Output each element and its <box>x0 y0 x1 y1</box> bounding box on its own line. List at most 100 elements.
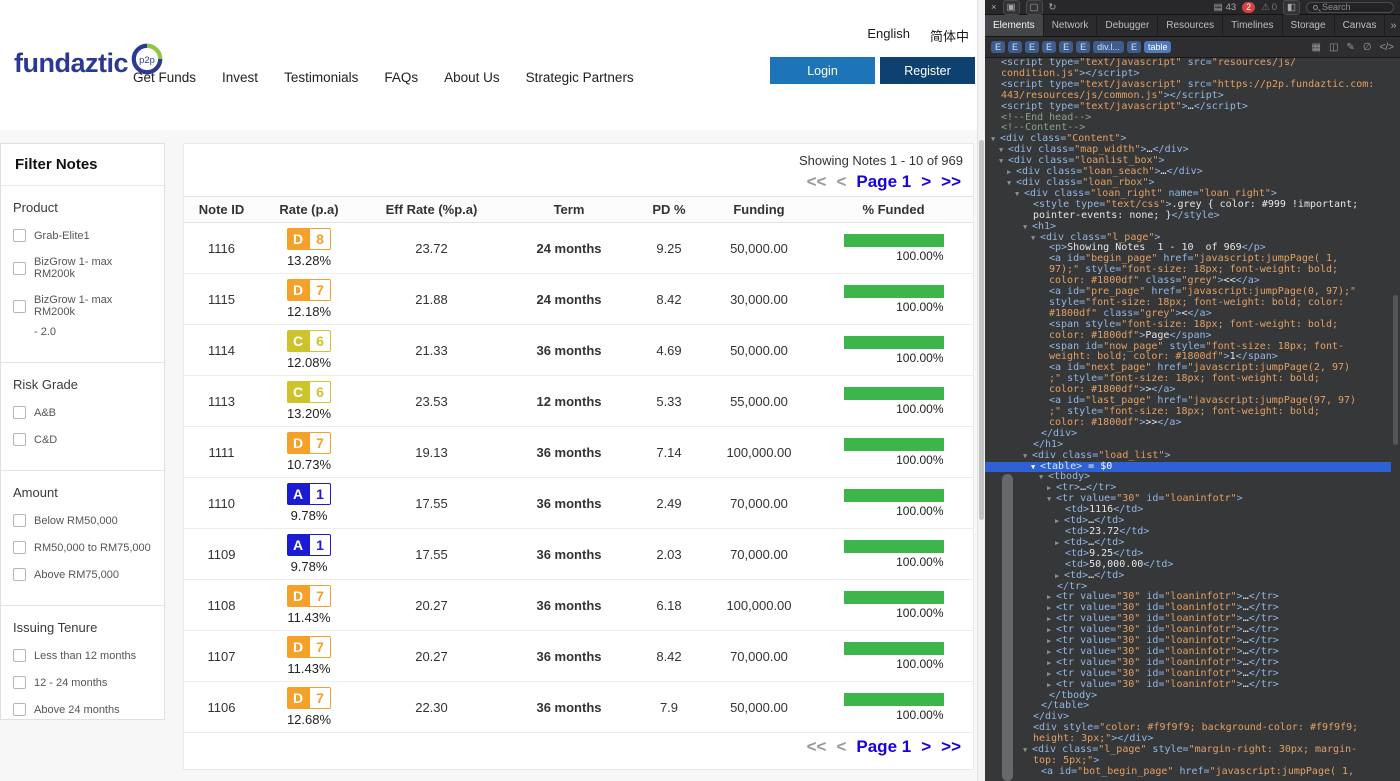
checkbox[interactable] <box>13 568 26 581</box>
pagination-last[interactable]: >> <box>941 737 961 757</box>
checkbox[interactable] <box>13 433 26 446</box>
disclosure-closed-icon[interactable]: ▶ <box>1047 614 1056 625</box>
scrollbar-thumb[interactable] <box>979 140 984 520</box>
disclosure-closed-icon[interactable]: ▶ <box>1047 636 1056 647</box>
disclosure-closed-icon[interactable]: ▶ <box>1055 538 1064 549</box>
note-row[interactable]: 1110 A 1 9.78% 17.55 36 months 2.49 70,000.00 10… <box>184 478 973 529</box>
disclosure-closed-icon[interactable]: ▶ <box>1047 592 1056 603</box>
filter-option[interactable]: RM50,000 to RM75,000 <box>13 541 152 554</box>
disclosure-open-icon[interactable]: ▼ <box>1047 494 1056 505</box>
pagination-prev[interactable]: < <box>836 172 846 192</box>
disclosure-closed-icon[interactable]: ▶ <box>1047 658 1056 669</box>
code-line[interactable]: ▼ <tbody> <box>985 471 1391 483</box>
inspector-scrollbar[interactable] <box>1393 295 1398 445</box>
code-line[interactable]: ;" style="font-size: 18px; font-weight: … <box>985 373 1391 385</box>
extra-panel-icon[interactable]: ◧ <box>1283 0 1300 15</box>
checkbox[interactable] <box>13 541 26 554</box>
note-row[interactable]: 1107 D 7 11.43% 20.27 36 months 8.42 70,000.00 1… <box>184 631 973 682</box>
breadcrumb-item[interactable]: E <box>991 41 1006 53</box>
note-row[interactable]: 1115 D 7 12.18% 21.88 24 months 8.42 30,000.00 1… <box>184 274 973 325</box>
code-line[interactable]: <td>50,000.00</td> <box>985 559 1391 571</box>
device-icon[interactable]: ▢ <box>1025 0 1043 15</box>
breadcrumb-item[interactable]: table <box>1143 41 1172 53</box>
disclosure-closed-icon[interactable]: ▶ <box>1007 167 1016 178</box>
checkbox[interactable] <box>13 229 26 242</box>
pagination-first[interactable]: << <box>807 737 827 757</box>
code-line[interactable]: ▶ <td>…</td> <box>985 515 1391 527</box>
inspector-search[interactable]: Search <box>1306 1 1394 13</box>
warning-count-badge[interactable]: ⚠ 0 <box>1261 2 1277 13</box>
pagination-next[interactable]: > <box>921 172 931 192</box>
disclosure-open-icon[interactable]: ▼ <box>1023 451 1032 462</box>
checkbox[interactable] <box>13 261 26 275</box>
tab-resources[interactable]: Resources <box>1158 15 1224 36</box>
note-row[interactable]: 1113 C 6 13.20% 23.53 12 months 5.33 55,000.00 1… <box>184 376 973 427</box>
code-line[interactable]: ▶ <td>…</td> <box>985 570 1391 582</box>
pagination-first[interactable]: << <box>807 172 827 192</box>
language-link[interactable]: English <box>867 26 910 45</box>
tab-canvas[interactable]: Canvas <box>1335 15 1386 36</box>
disclosure-open-icon[interactable]: ▼ <box>991 134 1000 145</box>
nav-link[interactable]: FAQs <box>384 70 418 85</box>
note-row[interactable]: 1114 C 6 12.08% 21.33 36 months 4.69 50,000.00 1… <box>184 325 973 376</box>
dock-side-icon[interactable]: ▣ <box>1002 0 1020 15</box>
code-line[interactable]: ▶ <tr value="30" id="loaninfotr">…</tr> <box>985 679 1391 691</box>
breadcrumb-item[interactable]: div.l... <box>1093 41 1124 53</box>
tab-storage[interactable]: Storage <box>1283 15 1335 36</box>
disclosure-open-icon[interactable]: ▼ <box>999 156 1008 167</box>
checkbox[interactable] <box>13 649 26 662</box>
tab-debugger[interactable]: Debugger <box>1097 15 1159 36</box>
disclosure-open-icon[interactable]: ▼ <box>1039 472 1048 483</box>
disclosure-closed-icon[interactable]: ▶ <box>1047 483 1056 494</box>
disclosure-open-icon[interactable]: ▼ <box>1023 745 1032 756</box>
breadcrumb-item[interactable]: E <box>1042 41 1057 53</box>
note-row[interactable]: 1111 D 7 10.73% 19.13 36 months 7.14 100,000.00… <box>184 427 973 478</box>
disclosure-closed-icon[interactable]: ▶ <box>1047 669 1056 680</box>
nav-link[interactable]: Get Funds <box>133 70 196 85</box>
filter-option[interactable]: Grab-Elite1 <box>13 229 152 242</box>
nav-link[interactable]: Strategic Partners <box>526 70 634 85</box>
filter-option[interactable]: A&B <box>13 406 152 419</box>
code-line[interactable]: <td>1116</td> <box>985 504 1391 516</box>
pagination-next[interactable]: > <box>921 737 931 757</box>
close-icon[interactable]: × <box>991 1 997 14</box>
code-line[interactable]: <td>9.25</td> <box>985 548 1391 560</box>
code-brackets-icon[interactable]: </> <box>1380 42 1394 53</box>
grid-icon[interactable]: ▦ <box>1312 42 1321 53</box>
edit-icon[interactable]: ✎ <box>1346 42 1354 53</box>
pagination-prev[interactable]: < <box>836 737 846 757</box>
disclosure-open-icon[interactable]: ▼ <box>1007 178 1016 189</box>
disclosure-open-icon[interactable]: ▼ <box>1031 233 1040 244</box>
note-row[interactable]: 1116 D 8 13.28% 23.72 24 months 9.25 50,000.00 1… <box>184 223 973 274</box>
slash-icon[interactable]: ∅ <box>1363 42 1372 53</box>
disclosure-closed-icon[interactable]: ▶ <box>1055 516 1064 527</box>
filter-option[interactable]: Less than 12 months <box>13 649 152 662</box>
note-row[interactable]: 1108 D 7 11.43% 20.27 36 months 6.18 100,000.00… <box>184 580 973 631</box>
code-line[interactable]: ;" style="font-size: 18px; font-weight: … <box>985 406 1391 418</box>
breadcrumb-item[interactable]: E <box>1076 41 1091 53</box>
filter-option[interactable]: Below RM50,000 <box>13 514 152 527</box>
code-line[interactable]: <td>23.72</td> <box>985 526 1391 538</box>
tab-network[interactable]: Network <box>1044 15 1098 36</box>
nav-link[interactable]: Invest <box>222 70 258 85</box>
note-row[interactable]: 1109 A 1 9.78% 17.55 36 months 2.03 70,000.00 10… <box>184 529 973 580</box>
tree-scrollbar[interactable] <box>1002 474 1013 781</box>
language-link[interactable]: 简体中 <box>930 26 969 45</box>
nav-link[interactable]: About Us <box>444 70 500 85</box>
code-line[interactable]: ▼ <table> = $0 <box>985 461 1391 473</box>
disclosure-open-icon[interactable]: ▼ <box>999 145 1008 156</box>
page-scrollbar[interactable] <box>977 0 985 781</box>
disclosure-open-icon[interactable]: ▼ <box>1015 189 1024 200</box>
filter-option[interactable]: Above 24 months <box>13 703 152 716</box>
filter-option[interactable]: C&D <box>13 433 152 446</box>
error-count-badge[interactable]: 2 <box>1242 1 1256 13</box>
register-button[interactable]: Register <box>880 57 975 84</box>
filter-option[interactable]: BizGrow 1- max RM200k <box>13 256 152 280</box>
login-button[interactable]: Login <box>770 57 875 84</box>
tab-elements[interactable]: Elements <box>985 15 1044 36</box>
breadcrumb-item[interactable]: E <box>1025 41 1040 53</box>
checkbox[interactable] <box>13 299 26 313</box>
nav-link[interactable]: Testimonials <box>284 70 358 85</box>
tab-timelines[interactable]: Timelines <box>1223 15 1283 36</box>
checkbox[interactable] <box>13 514 26 527</box>
